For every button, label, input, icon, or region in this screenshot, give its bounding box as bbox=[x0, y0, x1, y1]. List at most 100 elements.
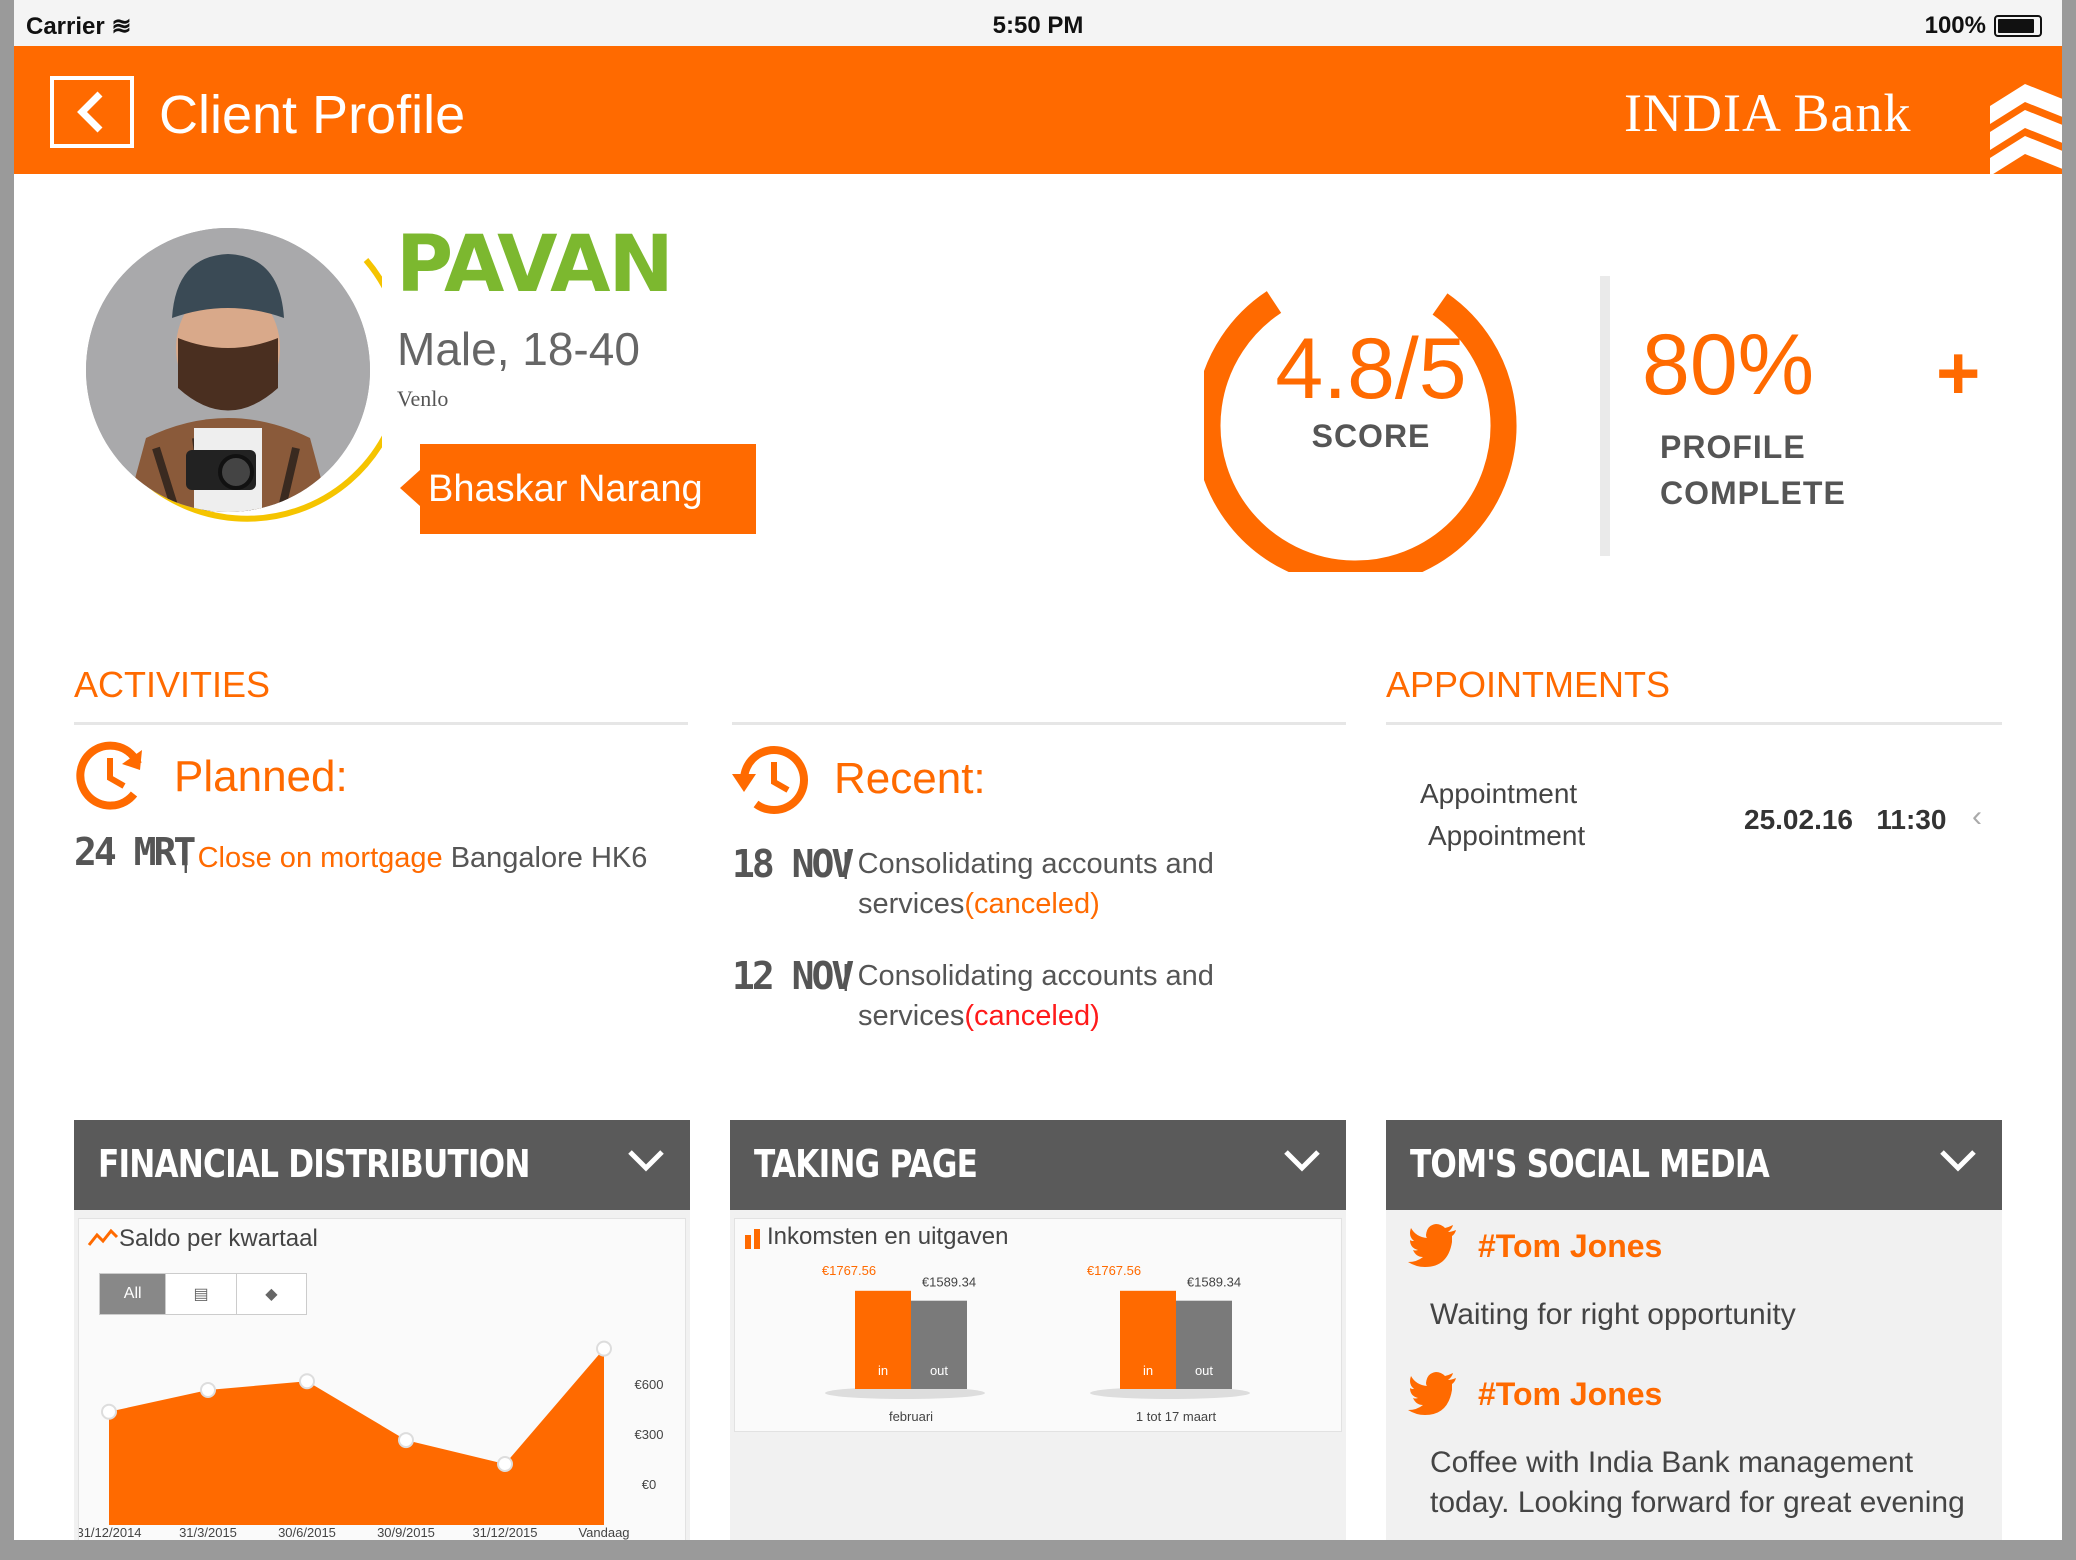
chevron-left-icon[interactable]: ‹ bbox=[1972, 800, 1982, 834]
planned-activity: | Close on mortgage Bangalore HK6 bbox=[182, 838, 647, 878]
activities-underline bbox=[74, 722, 688, 725]
planned-activity-place: Bangalore HK6 bbox=[442, 842, 648, 874]
chevron-down-icon[interactable] bbox=[626, 1140, 666, 1180]
recent-activity-1-line2: services bbox=[858, 888, 965, 920]
card-title: TOM'S SOCIAL MEDIA bbox=[1410, 1142, 1770, 1186]
nav-bar: Client Profile INDIA Bank bbox=[14, 46, 2062, 176]
recent-activity-2-line2: services bbox=[858, 1000, 965, 1032]
clock: 5:50 PM bbox=[992, 12, 1084, 39]
social-card-header[interactable]: TOM'S SOCIAL MEDIA bbox=[1386, 1120, 2002, 1210]
client-avatar bbox=[72, 218, 382, 528]
person-photo bbox=[86, 228, 370, 512]
chevron-left-icon bbox=[77, 91, 103, 133]
separator: | bbox=[182, 842, 190, 874]
data-point bbox=[299, 1373, 315, 1390]
appointment-time: 11:30 bbox=[1876, 804, 1947, 835]
income-chart: Inkomsten en uitgaven in €1767.56 out €1589… bbox=[734, 1218, 1342, 1432]
recent-activity-2: | Consolidating accounts and services(ca… bbox=[842, 956, 1214, 1036]
separator: | bbox=[842, 848, 850, 880]
x-tick-label: Vandaag bbox=[578, 1525, 629, 1540]
bar-label: in bbox=[1143, 1363, 1153, 1378]
area-chart: €600 €300 €0 31/12/2014 31/3/2015 30/6/2015 30… bbox=[79, 1340, 664, 1540]
recent-activity-1: | Consolidating accounts and services(ca… bbox=[842, 844, 1214, 924]
battery-indicator: 100% bbox=[1925, 12, 2042, 40]
tweet-text: Waiting for right opportunity bbox=[1430, 1298, 1796, 1331]
y-tick-label: €0 bbox=[642, 1477, 656, 1492]
card-title: TAKING PAGE bbox=[754, 1142, 978, 1186]
score-label: SCORE bbox=[1311, 418, 1431, 454]
bar-label: out bbox=[930, 1363, 948, 1378]
page-title: Client Profile bbox=[159, 85, 466, 145]
area-series bbox=[109, 1348, 604, 1525]
appointment-date: 25.02.16 bbox=[1744, 804, 1853, 835]
activities-heading: ACTIVITIES bbox=[74, 664, 271, 705]
add-profile-info-button[interactable]: + bbox=[1936, 330, 1980, 417]
taking-page-card: TAKING PAGE Inkomsten en uitgaven in €176… bbox=[730, 1120, 1346, 1540]
x-tick-label: 1 tot 17 maart bbox=[1136, 1409, 1217, 1424]
data-point bbox=[398, 1432, 414, 1449]
status-canceled: (canceled) bbox=[964, 1000, 1100, 1032]
value-label: €1589.34 bbox=[1187, 1275, 1241, 1290]
app-screen: Carrier ≋ 5:50 PM 100% Client Profile IN… bbox=[14, 0, 2062, 1540]
planned-heading: Planned: bbox=[174, 752, 348, 801]
client-city: Venlo bbox=[397, 386, 449, 411]
tweet-handle[interactable]: #Tom Jones bbox=[1478, 1228, 1662, 1265]
card-title: FINANCIAL DISTRIBUTION bbox=[98, 1142, 530, 1186]
status-bar: Carrier ≋ 5:50 PM 100% bbox=[14, 0, 2062, 46]
appointment-datetime: 25.02.16 11:30 bbox=[1744, 804, 1946, 836]
recent-underline bbox=[732, 722, 1346, 725]
tweet-handle[interactable]: #Tom Jones bbox=[1478, 1376, 1662, 1413]
bar-chart: in €1767.56 out €1589.34 februari in €1767.56 o… bbox=[822, 1263, 1250, 1424]
y-tick-label: €600 bbox=[635, 1377, 664, 1392]
recent-date-1: 18 NOV bbox=[732, 842, 854, 886]
back-button[interactable] bbox=[50, 76, 134, 148]
value-label: €1589.34 bbox=[922, 1275, 976, 1290]
financial-card-header[interactable]: FINANCIAL DISTRIBUTION bbox=[74, 1120, 690, 1210]
twitter-icon bbox=[1408, 1224, 1456, 1267]
history-icon bbox=[732, 746, 808, 814]
data-point bbox=[200, 1381, 216, 1398]
x-tick-label: 31/12/2015 bbox=[472, 1525, 537, 1540]
profile-complete-value: 80% bbox=[1642, 317, 1815, 413]
bar-label: in bbox=[878, 1363, 888, 1378]
tweet-text: Coffee with India Bank management bbox=[1430, 1446, 1914, 1479]
taking-card-header[interactable]: TAKING PAGE bbox=[730, 1120, 1346, 1210]
brand-name: INDIA Bank bbox=[1624, 83, 1912, 143]
chevron-stack-icon bbox=[1990, 84, 2062, 176]
status-canceled: (canceled) bbox=[964, 888, 1100, 920]
planned-activity-link[interactable]: Close on mortgage bbox=[198, 842, 443, 874]
balance-chart: Saldo per kwartaal All ▤ ◆ €600 €300 €0 31/… bbox=[78, 1218, 686, 1540]
battery-icon bbox=[1994, 15, 2042, 37]
profile-complete-label: PROFILE COMPLETE bbox=[1660, 424, 1846, 516]
appointments-underline bbox=[1386, 722, 2002, 725]
x-tick-label: 30/6/2015 bbox=[278, 1525, 336, 1540]
score-value: 4.8/5 bbox=[1275, 321, 1467, 417]
profile-complete-line2: COMPLETE bbox=[1660, 475, 1846, 511]
data-point bbox=[101, 1403, 117, 1420]
avatar bbox=[86, 228, 370, 512]
x-tick-label: 30/9/2015 bbox=[377, 1525, 435, 1540]
client-name: PAVAN bbox=[396, 220, 674, 310]
appointments-heading: APPOINTMENTS bbox=[1386, 664, 1671, 705]
recent-activity-2-line1: Consolidating accounts and bbox=[857, 960, 1214, 992]
social-media-card: TOM'S SOCIAL MEDIA #Tom Jones Waiting fo… bbox=[1386, 1120, 2002, 1540]
chevron-down-icon[interactable] bbox=[1282, 1140, 1322, 1180]
bar-label: out bbox=[1195, 1363, 1213, 1378]
value-label: €1767.56 bbox=[1087, 1263, 1141, 1278]
y-tick-label: €300 bbox=[635, 1427, 664, 1442]
appointment-sublabel: Appointment bbox=[1428, 820, 1586, 851]
planned-date: 24 MRT bbox=[74, 830, 196, 874]
clock-refresh-icon bbox=[76, 741, 142, 810]
recent-heading: Recent: bbox=[834, 754, 986, 803]
x-tick-label: februari bbox=[889, 1409, 933, 1424]
appointment-label[interactable]: Appointment bbox=[1420, 778, 1577, 810]
value-label: €1767.56 bbox=[822, 1263, 876, 1278]
chevron-down-icon[interactable] bbox=[1938, 1140, 1978, 1180]
profile-divider bbox=[1600, 276, 1610, 556]
financial-distribution-card: FINANCIAL DISTRIBUTION Saldo per kwartaa… bbox=[74, 1120, 690, 1540]
data-point bbox=[497, 1456, 513, 1473]
data-point bbox=[596, 1340, 612, 1357]
advisor-tag[interactable]: Bhaskar Narang bbox=[400, 444, 756, 534]
separator: | bbox=[842, 960, 850, 992]
tweet-text-cont: today. Looking forward for great evening bbox=[1430, 1486, 1965, 1519]
